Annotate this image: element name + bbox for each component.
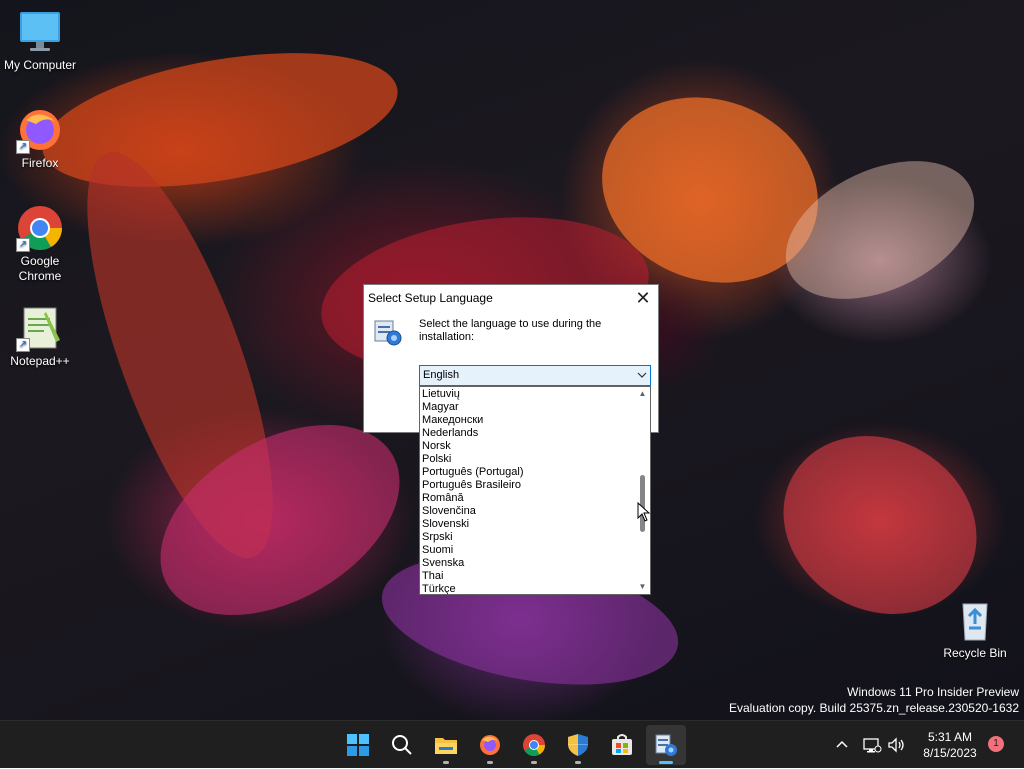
chrome-taskbar-button[interactable] <box>514 725 554 765</box>
language-option[interactable]: Polski <box>422 453 524 466</box>
running-indicator <box>659 761 673 764</box>
clock[interactable]: 5:31 AM 8/15/2023 <box>912 729 988 761</box>
search-icon <box>392 735 412 755</box>
scroll-up-arrow-icon[interactable]: ▲ <box>635 387 650 401</box>
dialog-title: Select Setup Language <box>368 291 493 305</box>
running-indicator <box>487 761 493 764</box>
chrome-icon <box>523 734 545 756</box>
desktop-icon-label: Google Chrome <box>18 254 62 283</box>
language-select[interactable]: English <box>419 365 651 386</box>
watermark-line: Evaluation copy. Build 25375.zn_release.… <box>729 701 1019 715</box>
desktop-icon-label: My Computer <box>3 58 77 72</box>
close-button[interactable]: ✕ <box>628 285 658 311</box>
network-icon[interactable] <box>862 735 882 755</box>
chrome-icon: ↗ <box>16 204 64 252</box>
mouse-cursor-icon <box>637 501 651 522</box>
scroll-down-arrow-icon[interactable]: ▼ <box>635 580 650 594</box>
language-option[interactable]: Nederlands <box>422 427 524 440</box>
security-icon <box>568 734 588 756</box>
volume-icon[interactable] <box>886 735 906 755</box>
start-icon <box>347 734 369 756</box>
language-option[interactable]: Suomi <box>422 544 524 557</box>
security-taskbar-button[interactable] <box>558 725 598 765</box>
language-option[interactable]: Türkçe <box>422 583 524 594</box>
language-option[interactable]: Svenska <box>422 557 524 570</box>
language-options: Lietuvių Magyar Македонски Nederlands No… <box>422 388 524 594</box>
store-icon <box>612 734 632 755</box>
taskbar: 5:31 AM 8/15/2023 <box>0 720 1024 768</box>
list-scrollbar[interactable]: ▲ ▼ <box>635 387 650 594</box>
setup-taskbar-button[interactable] <box>646 725 686 765</box>
firefox-icon <box>480 735 500 755</box>
language-option[interactable]: Português Brasileiro <box>422 479 524 492</box>
setup-icon <box>373 317 403 347</box>
desktop-icon-label: Notepad++ <box>10 354 70 368</box>
dialog-prompt: Select the language to use during the in… <box>419 318 602 343</box>
language-option[interactable]: Português (Portugal) <box>422 466 524 479</box>
file-explorer-button[interactable] <box>426 725 466 765</box>
chevron-up-icon[interactable] <box>832 735 852 755</box>
desktop-icon-recycle-bin[interactable]: Recycle Bin <box>935 596 1015 661</box>
firefox-icon: ↗ <box>16 106 64 154</box>
running-indicator <box>575 761 581 764</box>
desktop-icon-label: Firefox <box>21 156 59 170</box>
clock-time: 5:31 AM <box>927 730 973 744</box>
desktop-icon-my-computer[interactable]: My Computer <box>0 8 80 73</box>
language-option[interactable]: Magyar <box>422 401 524 414</box>
language-option[interactable]: Română <box>422 492 524 505</box>
language-option[interactable]: Norsk <box>422 440 524 453</box>
shortcut-arrow-icon: ↗ <box>16 140 30 154</box>
clock-date: 8/15/2023 <box>923 746 977 760</box>
desktop-icon-chrome[interactable]: ↗ Google Chrome <box>0 204 80 284</box>
setup-icon <box>655 734 677 756</box>
running-indicator <box>443 761 449 764</box>
language-option[interactable]: Lietuvių <box>422 388 524 401</box>
language-option[interactable]: Srpski <box>422 531 524 544</box>
language-option[interactable]: Slovenčina <box>422 505 524 518</box>
monitor-icon <box>16 8 64 56</box>
shortcut-arrow-icon: ↗ <box>16 338 30 352</box>
store-taskbar-button[interactable] <box>602 725 642 765</box>
shortcut-arrow-icon: ↗ <box>16 238 30 252</box>
running-indicator <box>531 761 537 764</box>
language-option[interactable]: Македонски <box>422 414 524 427</box>
notepadpp-icon: ↗ <box>16 304 64 352</box>
language-option[interactable]: Slovenski <box>422 518 524 531</box>
start-button[interactable] <box>338 725 378 765</box>
search-button[interactable] <box>382 725 422 765</box>
desktop-icon-label: Recycle Bin <box>943 646 1007 660</box>
evaluation-watermark: Windows 11 Pro Insider Preview Evaluatio… <box>729 684 1019 716</box>
firefox-taskbar-button[interactable] <box>470 725 510 765</box>
desktop-icon-firefox[interactable]: ↗ Firefox <box>0 106 80 171</box>
watermark-line: Windows 11 Pro Insider Preview <box>847 685 1019 699</box>
desktop-icon-notepadpp[interactable]: ↗ Notepad++ <box>0 304 80 369</box>
language-select-value: English <box>423 369 460 381</box>
file-explorer-icon <box>435 738 457 754</box>
notification-badge[interactable]: 1 <box>988 736 1004 752</box>
language-option[interactable]: Thai <box>422 570 524 583</box>
recycle-bin-icon <box>951 596 999 644</box>
language-dropdown-list[interactable]: Lietuvių Magyar Македонски Nederlands No… <box>419 386 651 595</box>
